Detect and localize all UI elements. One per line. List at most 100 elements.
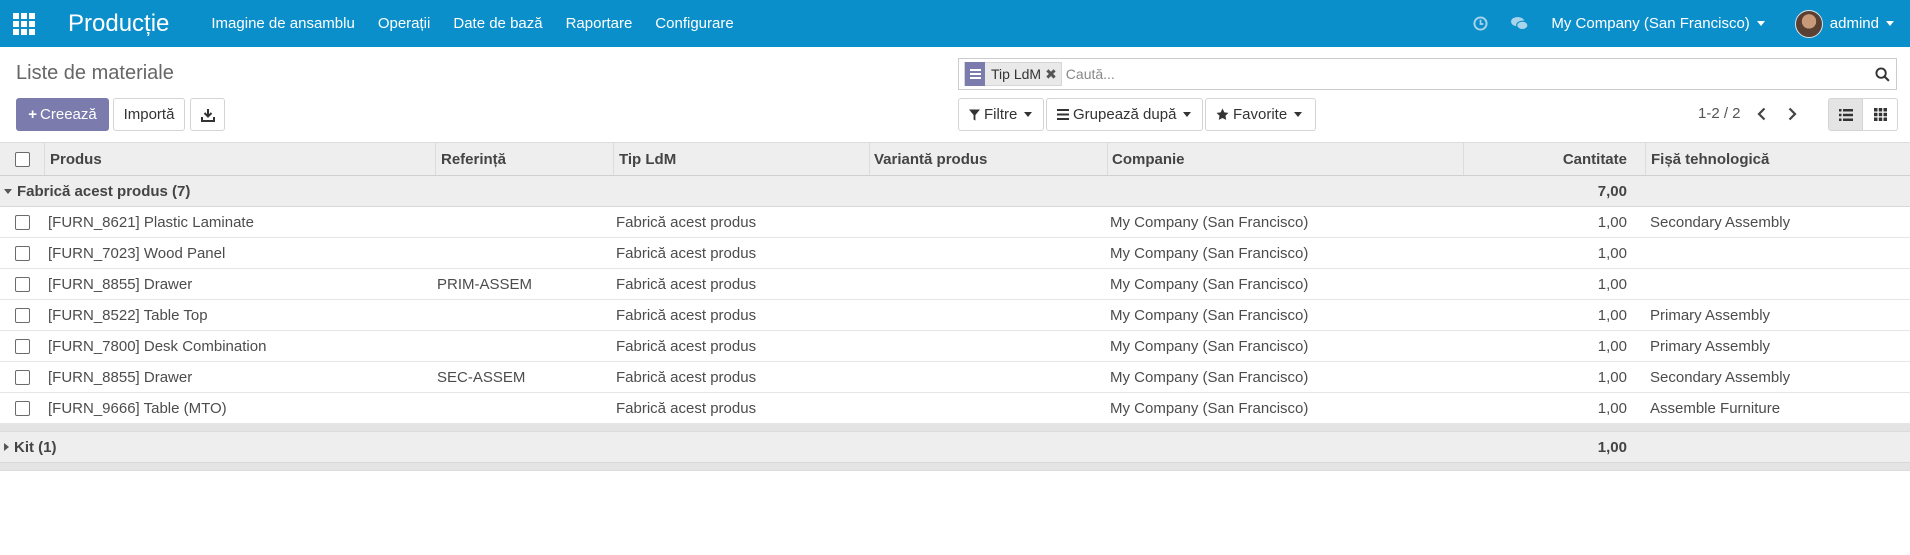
cell-product: [FURN_8621] Plastic Laminate bbox=[48, 213, 254, 231]
list-view-button[interactable] bbox=[1828, 98, 1863, 131]
group-quantity: 7,00 bbox=[1597, 182, 1627, 200]
pager-previous-button[interactable] bbox=[1751, 103, 1771, 125]
groupby-dropdown[interactable]: Grupează după bbox=[1046, 98, 1203, 131]
download-icon bbox=[200, 108, 215, 122]
favorites-dropdown[interactable]: Favorite bbox=[1205, 98, 1316, 131]
cell-product: [FURN_8855] Drawer bbox=[48, 368, 193, 386]
cell-routing bbox=[1645, 238, 1910, 268]
app-title[interactable]: Producție bbox=[68, 10, 169, 38]
kanban-view-button[interactable] bbox=[1863, 98, 1898, 131]
table-row[interactable]: [FURN_8855] Drawer PRIM-ASSEM Fabrică aces… bbox=[0, 269, 1910, 300]
bars-icon bbox=[1057, 109, 1069, 120]
cell-product-variant bbox=[869, 331, 1107, 361]
kanban-view-icon bbox=[1873, 108, 1887, 121]
menu-item-configuration[interactable]: Configurare bbox=[655, 15, 733, 32]
export-download-button[interactable] bbox=[190, 98, 225, 131]
chevron-right-icon bbox=[1788, 107, 1797, 121]
group-label: Kit (1) bbox=[14, 438, 57, 456]
pager-next-button[interactable] bbox=[1782, 103, 1802, 125]
groupby-list-icon bbox=[965, 62, 985, 86]
table-header: Produs Referință Tip LdM Variantă produs… bbox=[0, 142, 1910, 176]
row-checkbox[interactable] bbox=[15, 307, 30, 323]
facet-remove-icon[interactable]: ✖ bbox=[1045, 66, 1057, 83]
company-switcher[interactable]: My Company (San Francisco) bbox=[1551, 15, 1765, 32]
cell-bom-type: Fabrică acest produs bbox=[616, 306, 757, 324]
cell-routing: Primary Assembly bbox=[1650, 306, 1771, 324]
star-icon bbox=[1216, 108, 1229, 120]
activity-clock-icon[interactable] bbox=[1473, 16, 1488, 31]
view-switcher bbox=[1828, 98, 1898, 131]
cell-reference bbox=[435, 331, 613, 361]
cell-company: My Company (San Francisco) bbox=[1110, 213, 1309, 231]
table-body: Fabrică acest produs (7) 7,00 [FURN_8621] … bbox=[0, 176, 1910, 471]
cell-company: My Company (San Francisco) bbox=[1110, 399, 1309, 417]
group-row[interactable]: Fabrică acest produs (7) 7,00 bbox=[0, 176, 1910, 207]
column-header-bom-type[interactable]: Tip LdM bbox=[613, 143, 869, 175]
search-facet: Tip LdM ✖ bbox=[964, 62, 1062, 86]
table-row[interactable]: [FURN_7800] Desk Combination Fabrică aces… bbox=[0, 331, 1910, 362]
bom-list-table: Produs Referință Tip LdM Variantă produs… bbox=[0, 142, 1910, 471]
cell-quantity: 1,00 bbox=[1597, 244, 1627, 262]
user-menu[interactable]: admind bbox=[1794, 9, 1894, 38]
facet-value: Tip LdM bbox=[991, 66, 1042, 82]
chevron-down-icon bbox=[1183, 112, 1192, 117]
cell-product-variant bbox=[869, 362, 1107, 392]
cell-product: [FURN_7023] Wood Panel bbox=[48, 244, 226, 262]
row-checkbox-cell bbox=[15, 269, 39, 299]
messaging-chat-icon[interactable] bbox=[1510, 16, 1529, 31]
row-checkbox[interactable] bbox=[15, 214, 30, 230]
column-header-routing[interactable]: Fișă tehnologică bbox=[1645, 143, 1910, 175]
menu-item-operations[interactable]: Operații bbox=[378, 15, 431, 32]
import-button[interactable]: Importă bbox=[113, 98, 185, 131]
filters-dropdown[interactable]: Filtre bbox=[958, 98, 1044, 131]
menu-item-overview[interactable]: Imagine de ansamblu bbox=[211, 15, 354, 32]
cell-product: [FURN_8855] Drawer bbox=[48, 275, 193, 293]
cell-routing: Primary Assembly bbox=[1650, 337, 1771, 355]
cell-routing: Secondary Assembly bbox=[1650, 368, 1791, 386]
group-row[interactable]: Kit (1) 1,00 bbox=[0, 432, 1910, 463]
cell-reference bbox=[435, 393, 613, 423]
column-header-product[interactable]: Produs bbox=[44, 143, 436, 175]
navbar-right: My Company (San Francisco) admind bbox=[1473, 0, 1910, 47]
apps-menu-icon[interactable] bbox=[12, 12, 36, 36]
menu-item-master-data[interactable]: Date de bază bbox=[453, 15, 542, 32]
row-checkbox[interactable] bbox=[15, 276, 30, 292]
search-input[interactable] bbox=[1061, 60, 1868, 88]
row-checkbox[interactable] bbox=[15, 369, 30, 385]
column-header-product-variant[interactable]: Variantă produs bbox=[869, 143, 1107, 175]
row-checkbox[interactable] bbox=[15, 400, 30, 416]
cell-reference bbox=[435, 238, 613, 268]
row-checkbox-cell bbox=[15, 300, 39, 330]
create-button[interactable]: + Creează bbox=[16, 98, 109, 131]
select-all-checkbox-cell bbox=[15, 143, 39, 175]
pager-value[interactable]: 1-2 / 2 bbox=[1698, 105, 1741, 122]
row-checkbox-cell bbox=[15, 362, 39, 392]
search-icon[interactable] bbox=[1868, 60, 1896, 88]
column-header-reference[interactable]: Referință bbox=[435, 143, 613, 175]
menu-item-reporting[interactable]: Raportare bbox=[566, 15, 633, 32]
table-row[interactable]: [FURN_8855] Drawer SEC-ASSEM Fabrică acest… bbox=[0, 362, 1910, 393]
column-header-quantity[interactable]: Cantitate bbox=[1463, 143, 1650, 175]
cell-company: My Company (San Francisco) bbox=[1110, 306, 1309, 324]
table-row[interactable]: [FURN_9666] Table (MTO) Fabrică acest pro… bbox=[0, 393, 1910, 424]
row-checkbox-cell bbox=[15, 393, 39, 423]
cell-product-variant bbox=[869, 300, 1107, 330]
cell-quantity: 1,00 bbox=[1597, 399, 1627, 417]
chevron-left-icon bbox=[1756, 107, 1765, 121]
row-checkbox[interactable] bbox=[15, 245, 30, 261]
table-row[interactable]: [FURN_8621] Plastic Laminate Fabrică aces… bbox=[0, 207, 1910, 238]
column-header-company[interactable]: Companie bbox=[1107, 143, 1463, 175]
select-all-checkbox[interactable] bbox=[15, 151, 30, 167]
table-row[interactable]: [FURN_7023] Wood Panel Fabrică acest prod… bbox=[0, 238, 1910, 269]
page-title: Liste de materiale bbox=[16, 62, 174, 84]
row-checkbox[interactable] bbox=[15, 338, 30, 354]
table-row[interactable]: [FURN_8522] Table Top Fabrică acest produ… bbox=[0, 300, 1910, 331]
filters-label: Filtre bbox=[984, 106, 1018, 123]
cell-quantity: 1,00 bbox=[1597, 306, 1627, 324]
cell-reference bbox=[435, 207, 613, 237]
row-checkbox-cell bbox=[15, 207, 39, 237]
cell-bom-type: Fabrică acest produs bbox=[616, 275, 757, 293]
cell-quantity: 1,00 bbox=[1597, 213, 1627, 231]
chevron-down-icon bbox=[1756, 21, 1765, 26]
groupby-label: Grupează după bbox=[1073, 106, 1177, 123]
